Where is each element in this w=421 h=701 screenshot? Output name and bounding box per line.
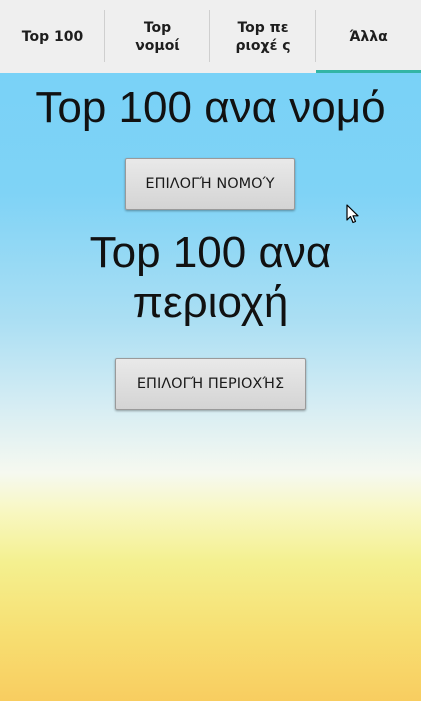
main-content: Top 100 ανα νομό ΕΠΙΛΟΓΉ ΝΟΜΟΎ Top 100 α…	[0, 73, 421, 701]
tab-label: Άλλα	[349, 28, 388, 45]
tab-label: Top περιοχέ ς	[235, 19, 291, 54]
select-area-button[interactable]: ΕΠΙΛΟΓΉ ΠΕΡΙΟΧΉΣ	[115, 358, 306, 410]
tab-top-prefectures[interactable]: Top νομοί	[105, 0, 210, 73]
tab-other[interactable]: Άλλα	[316, 0, 421, 73]
heading-top-100-by-area: Top 100 ανα περιοχή	[89, 228, 332, 327]
heading-top-100-by-prefecture: Top 100 ανα νομό	[35, 83, 386, 132]
select-prefecture-button[interactable]: ΕΠΙΛΟΓΉ ΝΟΜΟΎ	[125, 158, 295, 210]
tab-label: Top νομοί	[135, 19, 180, 54]
mouse-pointer-icon	[346, 204, 359, 224]
tab-bar: Top 100 Top νομοί Top περιοχέ ς Άλλα	[0, 0, 421, 73]
tab-top-100[interactable]: Top 100	[0, 0, 105, 73]
tab-top-areas[interactable]: Top περιοχέ ς	[210, 0, 316, 73]
tab-label: Top 100	[21, 28, 84, 45]
